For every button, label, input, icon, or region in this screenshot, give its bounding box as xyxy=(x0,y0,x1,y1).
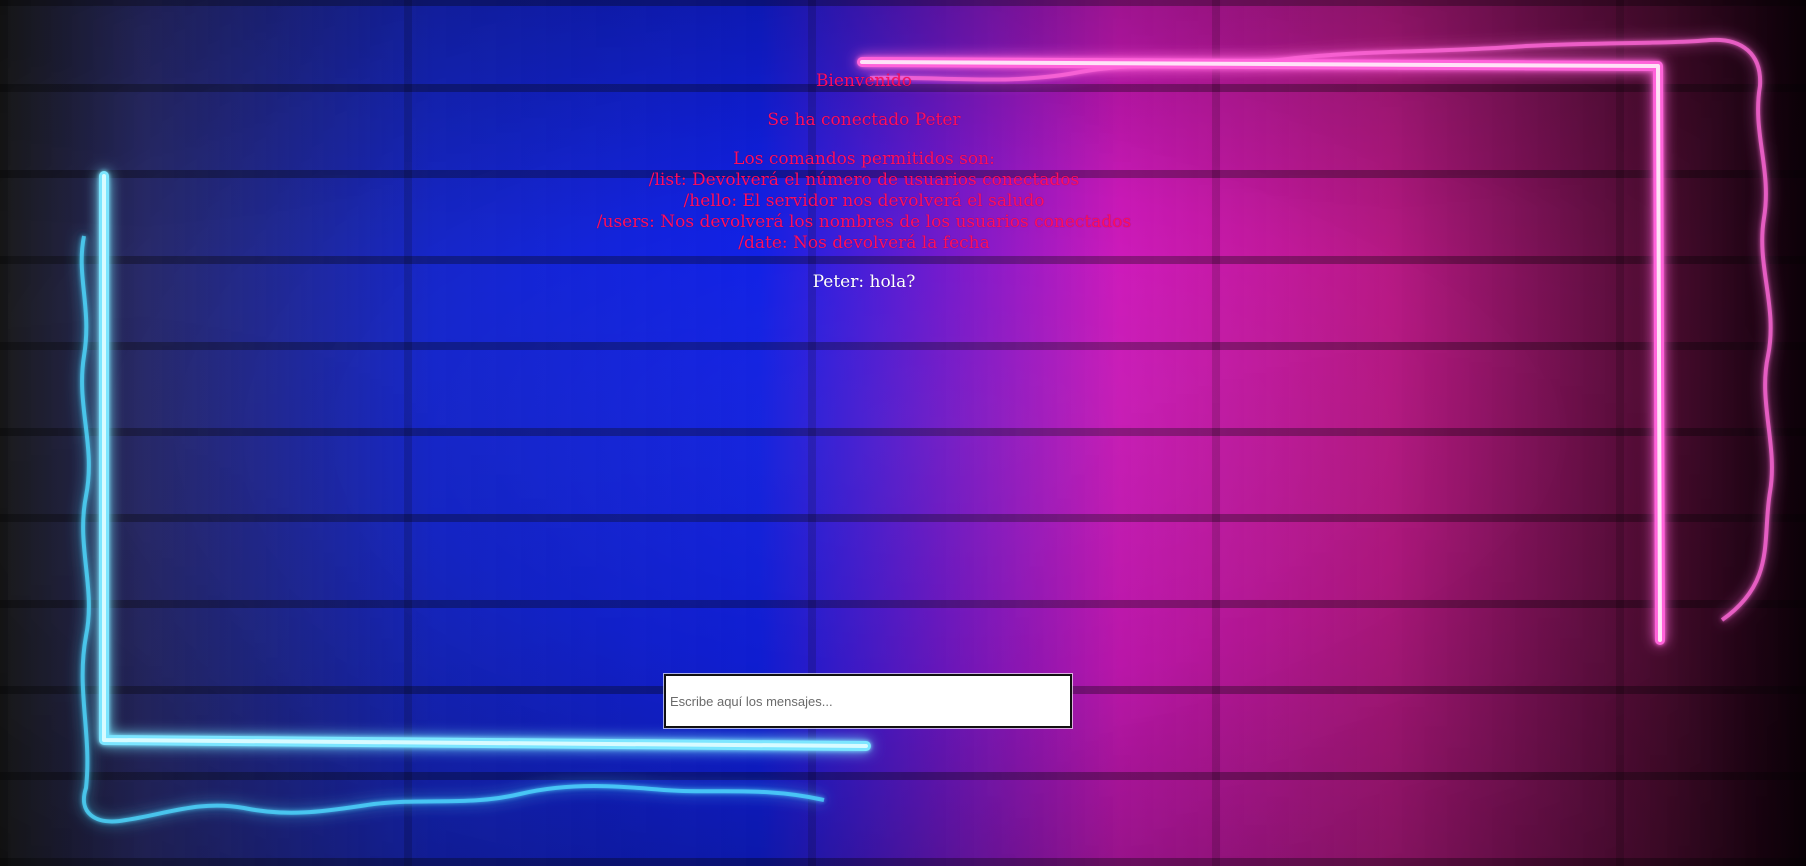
message-composer xyxy=(664,674,1072,728)
system-message-welcome: Bienvenido xyxy=(815,71,913,91)
system-message-commands: Los comandos permitidos son: /list: Devo… xyxy=(596,149,1132,253)
user-message: Peter: hola? xyxy=(812,272,916,292)
chat-message-list: Bienvenido Se ha conectado Peter Los com… xyxy=(0,71,1728,311)
message-input[interactable] xyxy=(666,676,1070,726)
system-message-connected: Se ha conectado Peter xyxy=(767,110,961,130)
blue-neon-wave xyxy=(79,235,825,824)
